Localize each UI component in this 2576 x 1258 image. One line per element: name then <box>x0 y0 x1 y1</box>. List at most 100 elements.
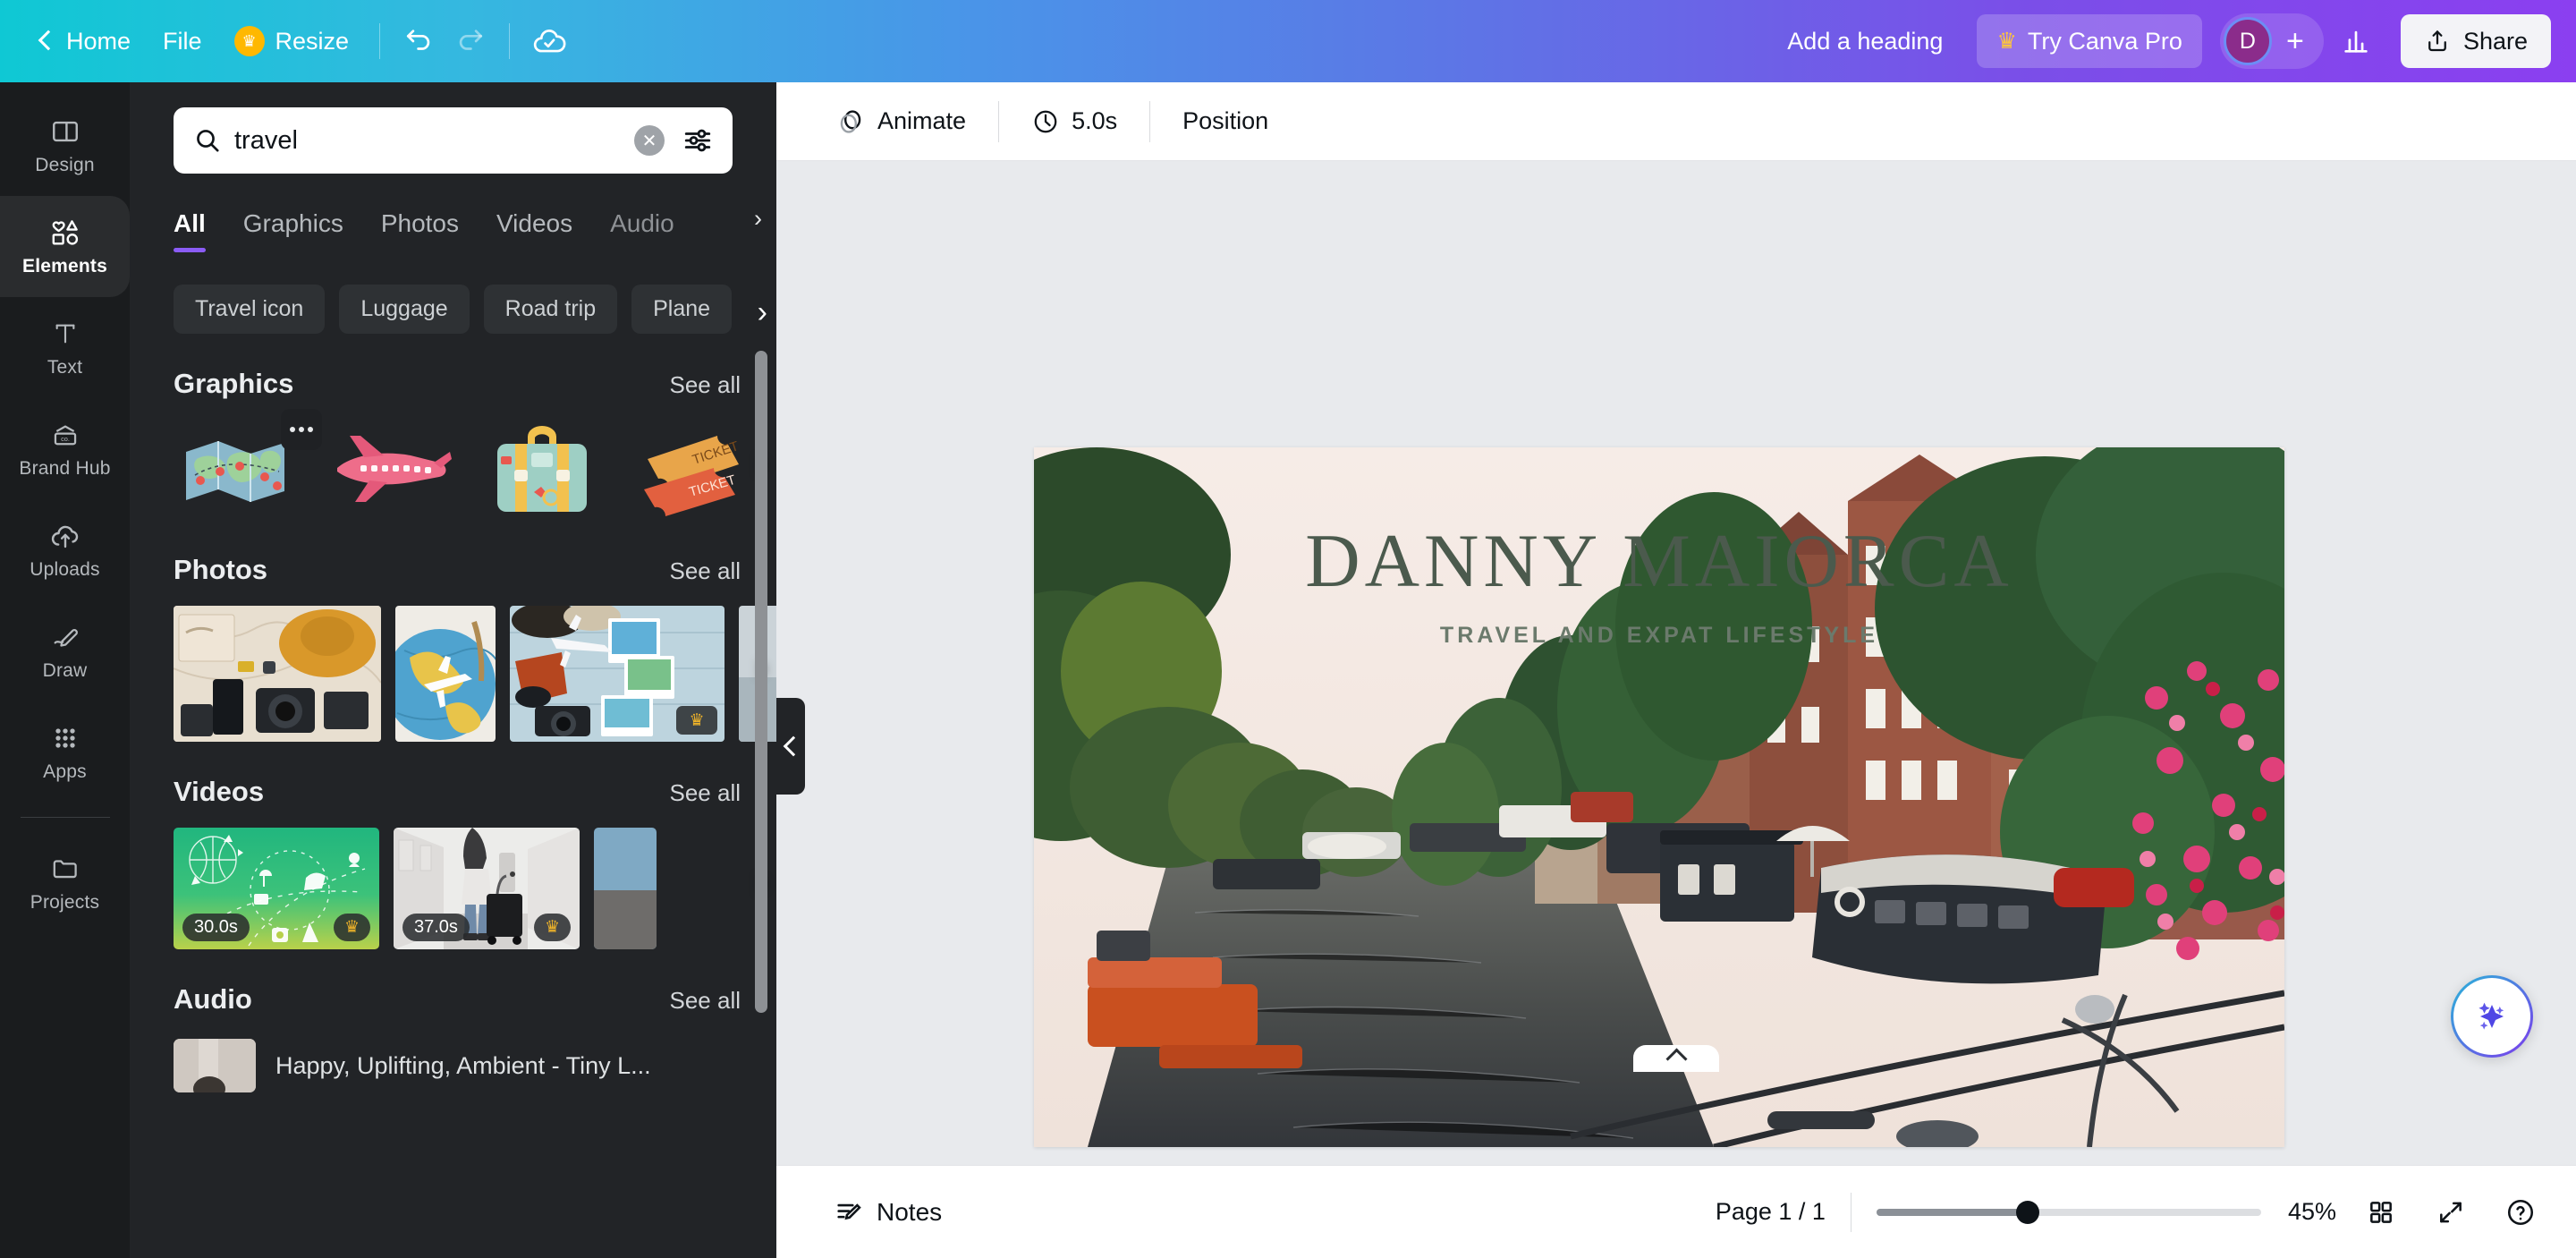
pro-badge: ♛ <box>333 914 370 941</box>
design-subtitle[interactable]: TRAVEL AND EXPAT LIFESTYLE <box>1034 623 2284 649</box>
graphic-more-options-button[interactable] <box>281 409 322 450</box>
expand-notes-handle[interactable] <box>1633 1045 1719 1072</box>
position-button[interactable]: Position <box>1166 97 1284 147</box>
photo-globe-with-toy-plane[interactable] <box>395 606 496 742</box>
see-all-graphics-button[interactable]: See all <box>670 371 741 399</box>
tab-label: Videos <box>496 209 573 237</box>
photo-travel-polaroids[interactable]: ♛ <box>510 606 724 742</box>
chips-next-button[interactable]: › <box>758 295 767 330</box>
sidebar-item-draw[interactable]: Draw <box>0 600 130 701</box>
tabs-next-button[interactable]: › <box>754 205 762 233</box>
add-collaborator-button[interactable]: + <box>2272 18 2318 64</box>
sidebar-item-apps[interactable]: Apps <box>0 701 130 803</box>
canvas-viewport: DANNY MAIORCA TRAVEL AND EXPAT LIFESTYLE… <box>776 161 2576 1165</box>
heading-label: Add a heading <box>1787 27 1944 55</box>
clear-search-button[interactable]: ✕ <box>634 125 665 156</box>
search-filters-button[interactable] <box>677 120 718 161</box>
chip-luggage[interactable]: Luggage <box>339 285 470 334</box>
cloud-saved-button[interactable] <box>524 16 574 66</box>
sidebar-item-design[interactable]: Design <box>0 95 130 196</box>
sliders-icon <box>684 129 711 152</box>
sidebar-item-text[interactable]: Text <box>0 297 130 398</box>
category-tabs: All Graphics Photos Videos Audio › <box>130 174 776 252</box>
add-heading-button[interactable]: Add a heading <box>1769 16 1961 66</box>
see-all-audio-button[interactable]: See all <box>670 987 741 1015</box>
file-menu-button[interactable]: File <box>147 16 218 66</box>
redo-icon <box>459 30 483 50</box>
panel-scrollbar[interactable] <box>755 351 767 1013</box>
home-label: Home <box>66 27 131 55</box>
sidebar-item-label: Apps <box>43 761 87 782</box>
tab-graphics[interactable]: Graphics <box>243 209 343 252</box>
video-green-globe-travel[interactable]: 30.0s ♛ <box>174 828 379 949</box>
sidebar-item-brand-hub[interactable]: co. Brand Hub <box>0 398 130 499</box>
section-videos: Videos See all 30.0s ♛ 37.0s ♛ <box>130 776 776 949</box>
collapse-panel-button[interactable] <box>776 698 805 795</box>
resize-button[interactable]: ♛ Resize <box>218 16 366 66</box>
tab-audio[interactable]: Audio <box>610 209 674 252</box>
page-indicator: Page 1 / 1 <box>1715 1198 1826 1225</box>
avatar[interactable]: D <box>2223 17 2272 65</box>
folder-icon <box>48 852 82 886</box>
insights-button[interactable] <box>2331 16 2381 66</box>
try-canva-pro-button[interactable]: ♛ Try Canva Pro <box>1977 14 2202 68</box>
sidebar-item-elements[interactable]: Elements <box>0 196 130 297</box>
help-button[interactable] <box>2496 1187 2546 1237</box>
chip-label: Travel icon <box>195 296 304 321</box>
graphic-teal-suitcase[interactable] <box>474 420 610 520</box>
grid-view-button[interactable] <box>2356 1187 2406 1237</box>
canvas-area: Animate 5.0s Position DANNY MAIORCA TRAV… <box>776 82 2576 1258</box>
section-header: Photos See all <box>130 554 776 586</box>
video-suitcase-corridor[interactable]: 37.0s ♛ <box>394 828 580 949</box>
animate-button[interactable]: Animate <box>819 97 982 147</box>
fullscreen-button[interactable] <box>2426 1187 2476 1237</box>
sidebar-item-label: Projects <box>30 892 100 913</box>
notes-button[interactable]: Notes <box>819 1188 956 1237</box>
notes-label: Notes <box>877 1197 943 1226</box>
see-all-photos-button[interactable]: See all <box>670 557 741 585</box>
ai-assistant-button[interactable] <box>2451 975 2533 1058</box>
tab-photos[interactable]: Photos <box>381 209 459 252</box>
pro-badge: ♛ <box>676 706 717 735</box>
animate-label: Animate <box>877 107 967 134</box>
sidebar-item-projects[interactable]: Projects <box>0 832 130 933</box>
upload-icon <box>2428 30 2446 52</box>
see-all-videos-button[interactable]: See all <box>670 779 741 807</box>
zoom-slider[interactable] <box>1876 1200 2261 1224</box>
video-partial[interactable] <box>594 828 657 949</box>
tab-label: Graphics <box>242 209 343 237</box>
layout-icon <box>48 115 82 149</box>
sidebar-item-uploads[interactable]: Uploads <box>0 499 130 600</box>
duration-button[interactable]: 5.0s <box>1015 97 1133 147</box>
canvas-toolbar: Animate 5.0s Position <box>776 82 2576 161</box>
graphics-row: TICKET TICKET › <box>130 400 776 520</box>
dot <box>299 427 304 432</box>
graphic-pink-airplane[interactable] <box>324 420 460 520</box>
search-box[interactable]: ✕ <box>174 107 733 174</box>
search-input[interactable] <box>234 125 622 156</box>
audio-list-item[interactable]: Happy, Uplifting, Ambient - Tiny L... <box>130 1016 776 1092</box>
share-label: Share <box>2462 27 2528 55</box>
audio-track-title: Happy, Uplifting, Ambient - Tiny L... <box>275 1051 651 1079</box>
design-page[interactable]: DANNY MAIORCA TRAVEL AND EXPAT LIFESTYLE <box>1034 447 2284 1147</box>
design-title[interactable]: DANNY MAIORCA <box>1034 517 2284 605</box>
tab-all[interactable]: All <box>174 209 206 252</box>
redo-button[interactable] <box>445 16 495 66</box>
photo-flatlay-map-hat-camera[interactable] <box>174 606 381 742</box>
chip-plane[interactable]: Plane <box>631 285 733 334</box>
chip-road-trip[interactable]: Road trip <box>483 285 618 334</box>
graphic-travel-tickets[interactable]: TICKET TICKET <box>624 420 760 520</box>
share-button[interactable]: Share <box>2400 14 2551 68</box>
undo-button[interactable] <box>394 16 445 66</box>
zoom-slider-knob[interactable] <box>2015 1200 2039 1224</box>
collaborators-group: D + <box>2219 13 2324 69</box>
canva-editor: Home File ♛ Resize Add a heading ♛ Try C… <box>0 0 2576 1258</box>
pen-icon <box>48 620 82 654</box>
sidebar-item-label: Design <box>35 155 95 175</box>
home-button[interactable]: Home <box>20 16 147 66</box>
bottom-bar: Notes Page 1 / 1 45% <box>776 1165 2576 1258</box>
graphic-folded-world-map[interactable] <box>174 409 322 520</box>
sparkle-icon <box>2479 1002 2504 1030</box>
tab-videos[interactable]: Videos <box>496 209 572 252</box>
chip-travel-icon[interactable]: Travel icon <box>174 285 326 334</box>
